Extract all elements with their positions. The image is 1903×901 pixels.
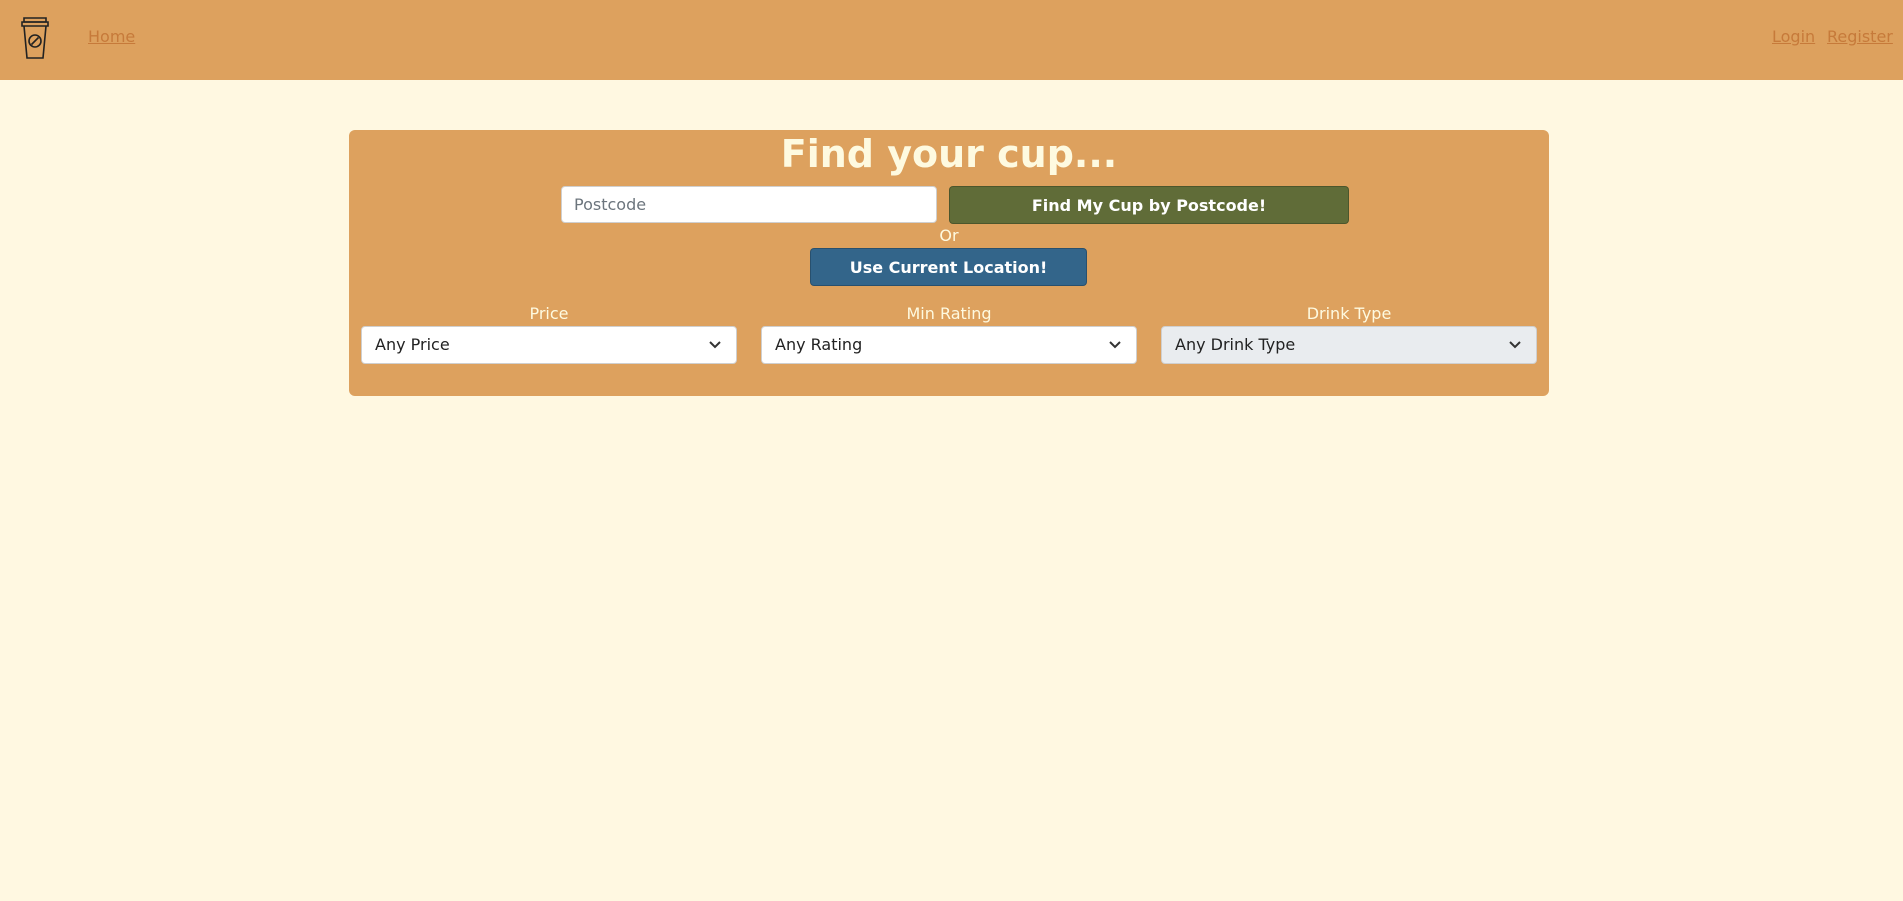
chevron-down-icon — [1109, 341, 1121, 349]
nav-home-link[interactable]: Home — [88, 27, 135, 46]
drink-type-filter-label: Drink Type — [1306, 304, 1392, 323]
postcode-input[interactable] — [561, 186, 937, 223]
price-select[interactable]: Any Price — [361, 326, 737, 364]
top-navbar: Home Login Register — [0, 0, 1903, 80]
nav-login-link[interactable]: Login — [1772, 27, 1815, 46]
min-rating-select-value: Any Rating — [775, 335, 863, 354]
or-separator: Or — [939, 226, 959, 245]
min-rating-select[interactable]: Any Rating — [761, 326, 1137, 364]
price-filter-label: Price — [529, 304, 569, 323]
price-select-value: Any Price — [375, 335, 450, 354]
search-panel: Find your cup... Find My Cup by Postcode… — [349, 130, 1549, 396]
coffee-cup-icon[interactable] — [18, 14, 52, 62]
use-current-location-button[interactable]: Use Current Location! — [810, 248, 1087, 286]
page-title: Find your cup... — [780, 132, 1118, 176]
min-rating-filter-label: Min Rating — [906, 304, 992, 323]
chevron-down-icon — [1509, 341, 1521, 349]
nav-register-link[interactable]: Register — [1827, 27, 1893, 46]
chevron-down-icon — [709, 341, 721, 349]
drink-type-select-value: Any Drink Type — [1175, 335, 1296, 354]
drink-type-select[interactable]: Any Drink Type — [1161, 326, 1537, 364]
find-by-postcode-button[interactable]: Find My Cup by Postcode! — [949, 186, 1349, 224]
